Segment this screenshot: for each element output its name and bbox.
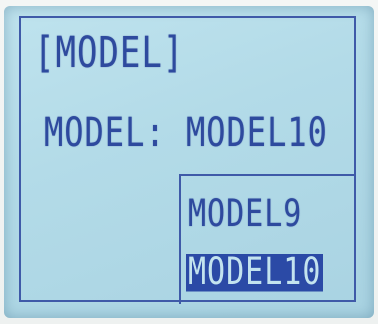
lcd-screen: [MODEL] MODEL: MODEL10 MODEL9 MODEL10 bbox=[4, 6, 374, 318]
device-photo: [MODEL] MODEL: MODEL10 MODEL9 MODEL10 bbox=[0, 0, 378, 324]
dropdown-option-model9[interactable]: MODEL9 bbox=[186, 195, 304, 234]
screen-title: [MODEL] bbox=[34, 28, 185, 79]
model-field-label: MODEL: bbox=[44, 108, 166, 156]
dropdown-option-model10-selected[interactable]: MODEL10 bbox=[186, 253, 324, 292]
model-field-value[interactable]: MODEL10 bbox=[186, 112, 328, 152]
